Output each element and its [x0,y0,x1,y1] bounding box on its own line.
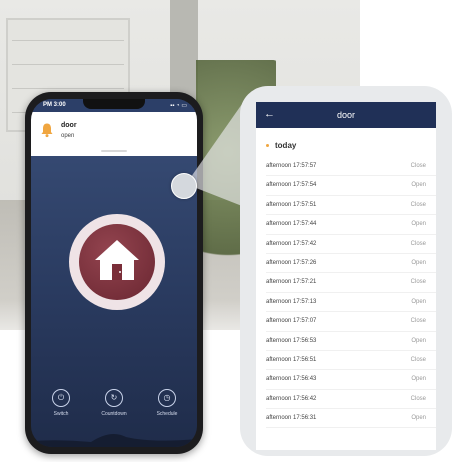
notification-status: open [61,133,75,139]
bottom-navigation: ⏻ Switch ↻ Countdown ◷ Schedule [31,389,197,429]
history-panel: ← door today afternoon 17:57:57 Close aft… [240,86,452,456]
row-divider [266,427,436,429]
section-label: today [275,141,297,150]
history-row: afternoon 17:57:42 Close [256,235,436,254]
section-dot-icon [266,144,269,148]
record-time: afternoon 17:56:51 [266,356,317,363]
history-title: door [336,110,355,120]
phone-notch [83,99,145,109]
record-status: Close [410,356,426,363]
record-status: Close [410,163,426,169]
nav-schedule[interactable]: ◷ Schedule [147,389,187,417]
record-time: afternoon 17:57:13 [266,298,317,305]
section-today: today [266,141,296,150]
record-time: afternoon 17:57:44 [266,221,317,228]
record-time: afternoon 17:57:21 [266,279,317,286]
record-time: afternoon 17:56:43 [266,376,317,383]
status-time: PM 3:00 [43,102,66,108]
record-time: afternoon 17:57:42 [266,240,317,247]
record-status: Close [410,318,426,325]
notification-title: door [61,122,77,129]
history-row: afternoon 17:57:57 Close [256,157,436,177]
history-row: afternoon 17:57:13 Open [256,293,436,313]
history-row: afternoon 17:57:07 Close [256,312,436,332]
record-time: afternoon 17:57:54 [266,182,317,189]
record-time: afternoon 17:57:26 [266,259,317,266]
record-status: Open [411,337,426,344]
record-status: Close [410,201,426,208]
history-row: afternoon 17:57:26 Open [256,254,436,274]
record-time: afternoon 17:56:42 [266,395,317,402]
door-notification[interactable]: door open [31,112,197,156]
history-row: afternoon 17:56:31 Open [256,409,436,429]
nav-countdown[interactable]: ↻ Countdown [94,389,134,417]
history-shortcut-icon[interactable] [171,173,197,199]
nav-switch[interactable]: ⏻ Switch [41,389,81,417]
record-status: Close [410,279,426,286]
record-time: afternoon 17:57:51 [266,201,317,208]
record-status: Close [410,395,426,402]
record-time: afternoon 17:56:31 [266,415,317,422]
nav-switch-label: Switch [53,411,69,417]
history-list: afternoon 17:57:57 Close afternoon 17:57:… [256,157,436,429]
record-time: afternoon 17:57:57 [266,163,317,169]
record-status: Close [410,240,426,247]
nav-countdown-label: Countdown [101,411,127,417]
record-status: Open [411,415,426,422]
history-row: afternoon 17:57:21 Close [256,273,436,293]
power-icon: ⏻ [52,389,70,407]
history-header: ← door [256,102,436,128]
drag-handle[interactable] [101,150,127,152]
history-row: afternoon 17:57:54 Open [256,176,436,196]
history-row: afternoon 17:56:53 Open [256,332,436,351]
history-row: afternoon 17:56:51 Close [256,351,436,371]
record-status: Open [411,221,426,228]
history-row: afternoon 17:57:51 Close [256,196,436,216]
house-icon [95,240,139,280]
landscape-silhouette [31,433,197,447]
record-time: afternoon 17:56:53 [266,337,317,344]
record-time: afternoon 17:57:07 [266,318,317,325]
phone-screen: PM 3:00 ▪▪ ◔ ▭ door open ⏻ Switch ↻ Coun… [31,99,197,447]
nav-schedule-label: Schedule [156,411,178,417]
record-status: Open [411,376,426,383]
smartphone: PM 3:00 ▪▪ ◔ ▭ door open ⏻ Switch ↻ Coun… [25,92,203,454]
record-status: Open [411,182,426,189]
bell-icon [41,123,53,138]
history-row: afternoon 17:56:43 Open [256,370,436,390]
history-row: afternoon 17:56:42 Close [256,390,436,410]
history-row: afternoon 17:57:44 Open [256,215,436,235]
record-status: Open [411,298,426,305]
clock-icon: ◷ [158,389,176,407]
status-bar: PM 3:00 ▪▪ ◔ ▭ [31,99,197,112]
door-toggle-button[interactable] [69,214,165,310]
record-status: Open [411,259,426,266]
history-screen: ← door today afternoon 17:57:57 Close aft… [256,102,436,450]
countdown-icon: ↻ [105,389,123,407]
